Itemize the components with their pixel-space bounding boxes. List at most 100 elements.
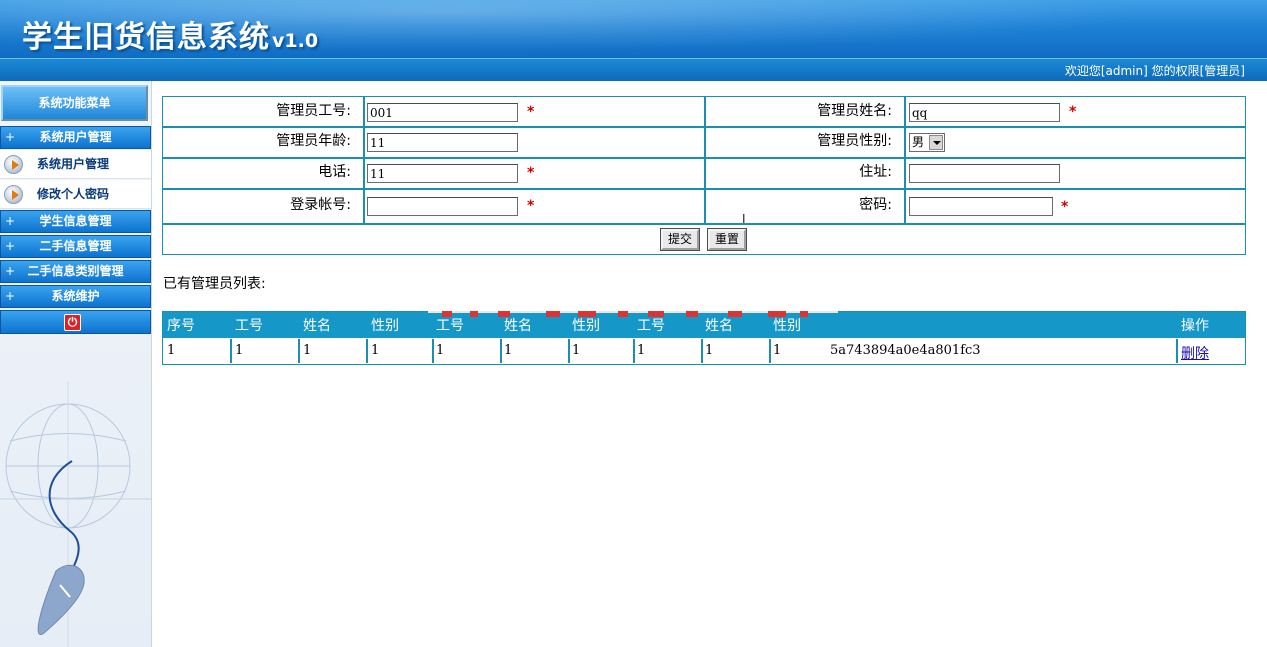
column-header: 姓名 <box>705 318 733 334</box>
column-header: 性别 <box>371 318 399 334</box>
column-header: 性别 <box>572 318 600 334</box>
password-label: 密码: <box>859 197 892 213</box>
form-row-phone-address: 电话: * 住址: <box>163 159 1245 190</box>
column-divider <box>701 339 703 363</box>
sidebar-group-system-users[interactable]: + 系统用户管理 <box>0 126 151 149</box>
admin-age-input[interactable] <box>367 133 518 152</box>
column-divider <box>366 339 368 363</box>
column-divider <box>363 190 365 223</box>
admin-name-label: 管理员姓名: <box>817 103 892 119</box>
admin-sex-value: 男 <box>912 135 925 149</box>
table-cell: 1 <box>303 343 312 358</box>
phone-input[interactable] <box>367 164 518 183</box>
column-divider <box>904 190 906 223</box>
phone-label: 电话: <box>318 164 351 180</box>
app-title: 学生旧货信息系统 v1.0 <box>22 12 318 56</box>
expand-icon: + <box>5 214 16 228</box>
column-header: 姓名 <box>303 318 331 334</box>
column-divider <box>230 339 232 363</box>
admin-name-input[interactable] <box>909 103 1060 122</box>
table-cell: 1 <box>773 343 782 358</box>
sidebar-item-label: 系统用户管理 <box>37 157 110 171</box>
play-arrow-icon <box>4 185 23 204</box>
column-divider <box>1176 339 1178 363</box>
column-header: 工号 <box>637 318 665 334</box>
column-divider <box>904 97 906 126</box>
admin-sex-select[interactable]: 男 <box>909 133 945 152</box>
admin-sex-label: 管理员性别: <box>817 133 892 149</box>
logout-bar[interactable]: ⏻ <box>0 310 151 334</box>
sidebar-group-student-info[interactable]: + 学生信息管理 <box>0 210 151 233</box>
sidebar-item-label: 修改个人密码 <box>37 187 110 201</box>
status-bar: 欢迎您[admin] 您的权限[管理员] <box>0 58 1267 81</box>
account-label: 登录帐号: <box>290 197 351 213</box>
form-row-id-name: 管理员工号: * 管理员姓名: * <box>163 97 1245 128</box>
admin-id-input[interactable] <box>367 103 518 122</box>
column-header: 姓名 <box>504 318 532 334</box>
account-input[interactable] <box>367 197 518 216</box>
delete-link[interactable]: 删除 <box>1181 343 1209 363</box>
sidebar-group-label: 学生信息管理 <box>39 214 112 228</box>
table-cell: 1 <box>167 343 176 358</box>
expand-icon: + <box>5 130 16 144</box>
table-cell: 1 <box>637 343 646 358</box>
column-divider <box>904 159 906 188</box>
sidebar-group-label: 二手信息类别管理 <box>27 264 124 278</box>
chevron-down-icon[interactable] <box>929 135 943 150</box>
sidebar-group-secondhand-info[interactable]: + 二手信息管理 <box>0 235 151 258</box>
globe-mouse-decoration-icon <box>0 381 151 647</box>
sidebar-group-category[interactable]: + 二手信息类别管理 <box>0 260 151 283</box>
table-cell: 1 <box>371 343 380 358</box>
column-header: 性别 <box>773 318 801 334</box>
form-row-age-sex: 管理员年龄: 管理员性别: 男 <box>163 128 1245 159</box>
column-divider <box>633 339 635 363</box>
table-cell: 1 <box>504 343 513 358</box>
password-input[interactable] <box>909 197 1053 216</box>
sidebar-item-system-users[interactable]: 系统用户管理 <box>0 150 151 179</box>
table-cell: 1 <box>705 343 714 358</box>
password-hash-cell: 5a743894a0e4a801fc3 <box>830 343 981 358</box>
sidebar-group-label: 系统用户管理 <box>39 130 112 144</box>
submit-button[interactable]: 提交 <box>660 228 700 251</box>
column-header: 工号 <box>436 318 464 334</box>
sidebar-group-label: 二手信息管理 <box>39 239 112 253</box>
reset-button[interactable]: 重置 <box>707 228 747 251</box>
sidebar-group-maintenance[interactable]: + 系统维护 <box>0 285 151 308</box>
column-divider <box>363 97 365 126</box>
column-divider <box>769 339 771 363</box>
form-row-account-password: 登录帐号: * 密码: * <box>163 190 1245 225</box>
red-artifact-decoration <box>428 311 838 317</box>
menu-title: 系统功能菜单 <box>1 85 148 121</box>
admin-list-table: 序号 工号 姓名 性别 工号 姓名 性别 工号 姓名 性别 操作 1 1 1 1… <box>162 311 1246 365</box>
expand-icon: + <box>5 239 16 253</box>
power-icon[interactable]: ⏻ <box>64 314 81 331</box>
expand-icon: + <box>5 289 16 303</box>
column-divider <box>568 339 570 363</box>
column-header: 操作 <box>1181 318 1209 334</box>
address-label: 住址: <box>859 164 892 180</box>
play-arrow-icon <box>4 155 23 174</box>
admin-id-label: 管理员工号: <box>276 103 351 119</box>
welcome-text: 欢迎您[admin] 您的权限[管理员] <box>1064 64 1245 78</box>
required-mark: * <box>1069 104 1077 120</box>
column-header: 序号 <box>167 318 195 334</box>
column-header: 工号 <box>235 318 263 334</box>
expand-icon: + <box>5 264 16 278</box>
required-mark: * <box>527 198 535 214</box>
column-divider <box>904 128 906 157</box>
app-title-text: 学生旧货信息系统 <box>22 20 270 55</box>
column-divider <box>500 339 502 363</box>
column-divider <box>432 339 434 363</box>
required-mark: * <box>527 165 535 181</box>
table-cell: 1 <box>436 343 445 358</box>
required-mark: * <box>1061 199 1069 215</box>
sidebar-group-label: 系统维护 <box>51 289 100 303</box>
admin-list-caption: 已有管理员列表: <box>163 276 266 292</box>
admin-age-label: 管理员年龄: <box>276 133 351 149</box>
sidebar-item-change-password[interactable]: 修改个人密码 <box>0 180 151 209</box>
address-input[interactable] <box>909 164 1060 183</box>
required-mark: * <box>527 104 535 120</box>
admin-form: 管理员工号: * 管理员姓名: * 管理员年龄: 管理员性别: 男 电话: * … <box>162 96 1246 255</box>
column-divider <box>363 128 365 157</box>
column-divider <box>298 339 300 363</box>
